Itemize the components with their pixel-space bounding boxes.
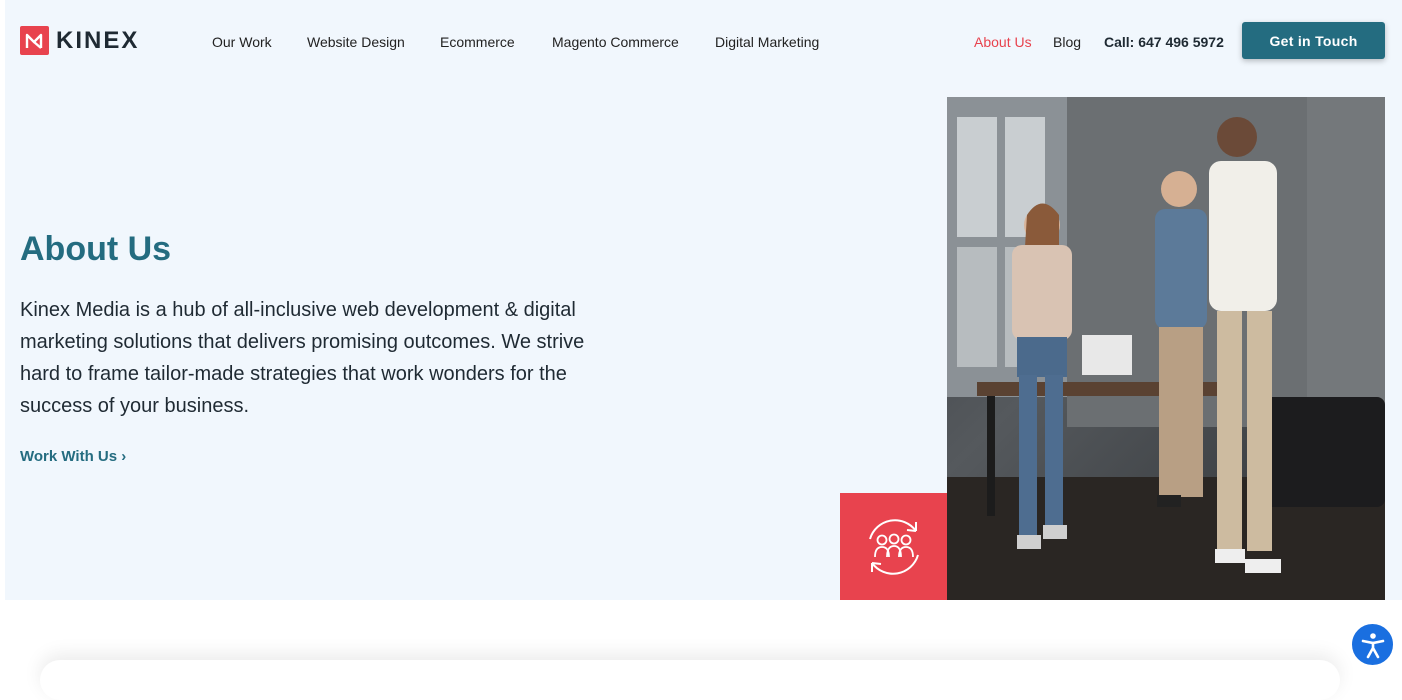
nav-blog[interactable]: Blog: [1053, 33, 1081, 51]
nav-about-us[interactable]: About Us: [974, 33, 1032, 51]
about-description: Kinex Media is a hub of all-inclusive we…: [20, 299, 585, 417]
accessibility-icon: [1361, 632, 1384, 658]
team-photo-illustration: [947, 97, 1385, 600]
nav-our-work[interactable]: Our Work: [212, 33, 272, 51]
page-title: About Us: [20, 230, 172, 268]
accessibility-button[interactable]: [1350, 622, 1395, 667]
team-cycle-icon: [868, 518, 919, 575]
nav-magento-commerce[interactable]: Magento Commerce: [552, 33, 679, 51]
nav-digital-marketing[interactable]: Digital Marketing: [715, 33, 819, 51]
nav-ecommerce[interactable]: Ecommerce: [440, 33, 515, 51]
nav-website-design[interactable]: Website Design: [307, 33, 405, 51]
team-badge: [840, 493, 947, 600]
work-with-us-link[interactable]: Work With Us ›: [20, 447, 126, 467]
logo[interactable]: KINEX: [20, 26, 139, 55]
logo-mark-icon: [20, 26, 49, 55]
phone-number[interactable]: Call: 647 496 5972: [1104, 33, 1224, 51]
next-section-card: [40, 660, 1340, 700]
team-photo: [947, 97, 1385, 600]
get-in-touch-button[interactable]: Get in Touch: [1242, 22, 1385, 59]
logo-text: KINEX: [56, 27, 140, 54]
